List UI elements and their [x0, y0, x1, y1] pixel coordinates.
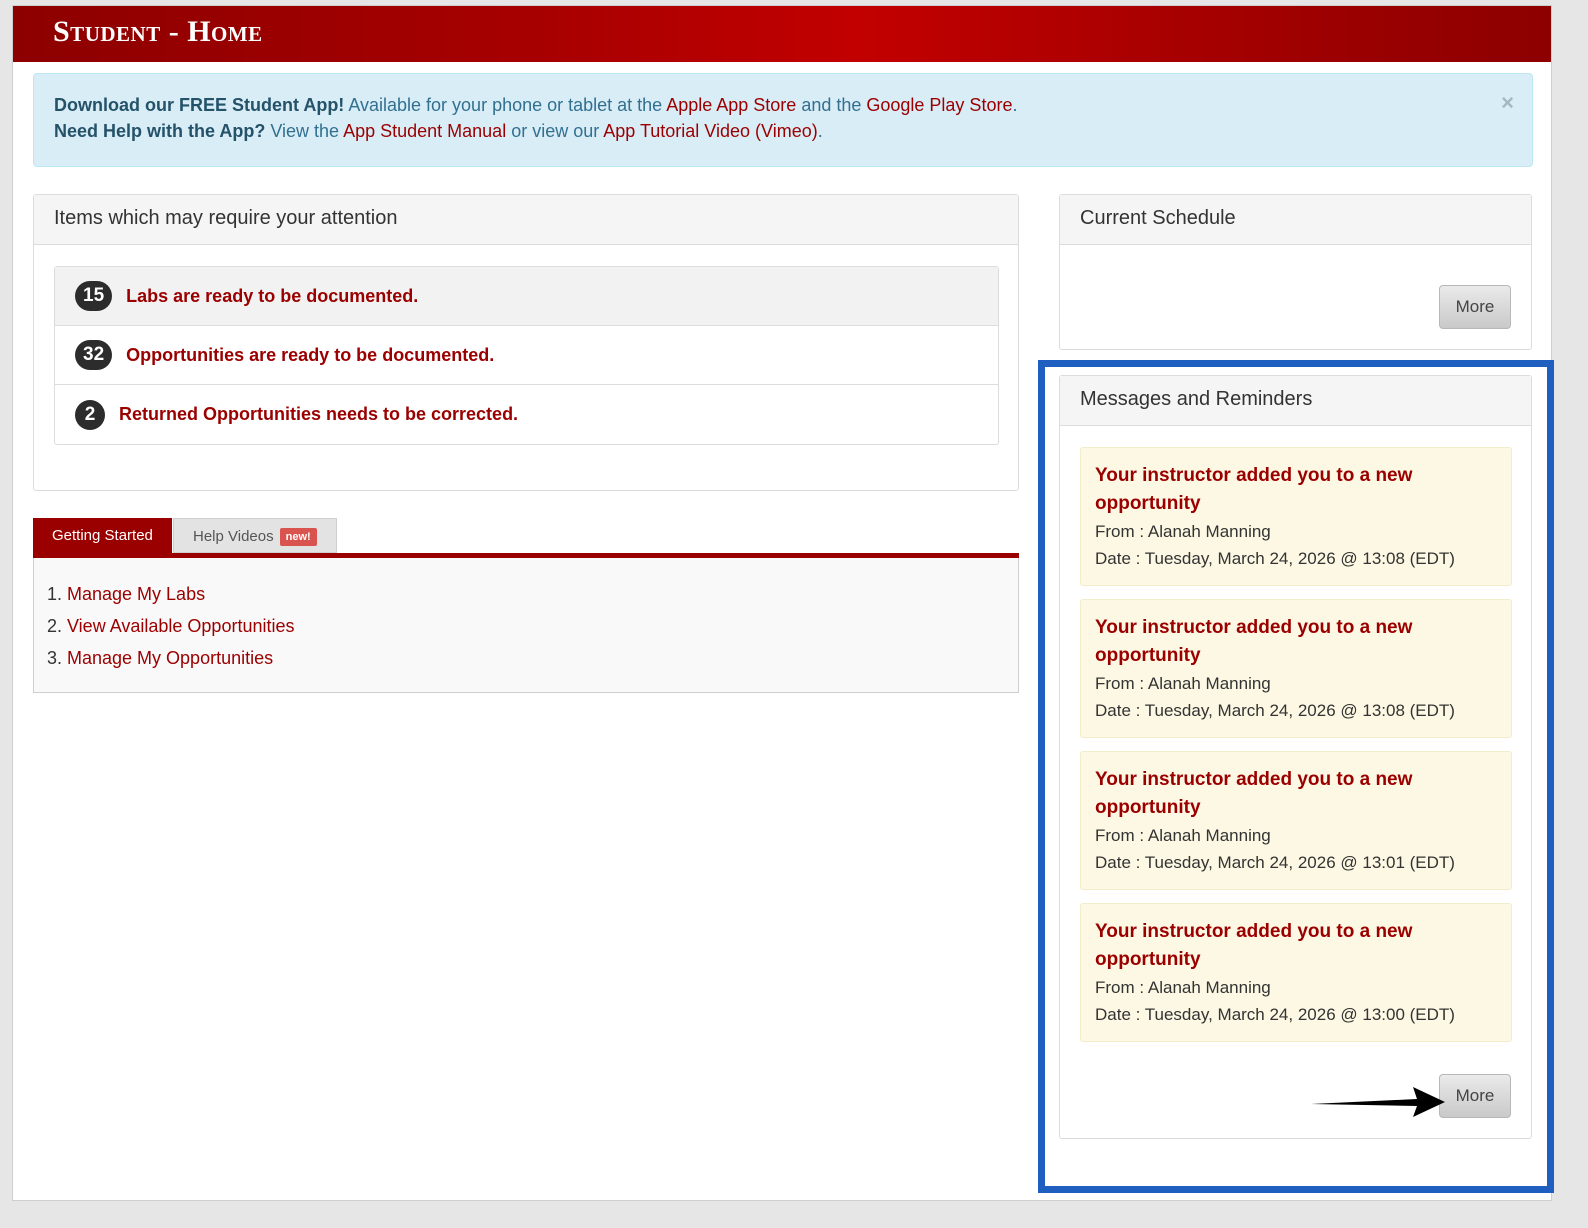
app-window: Student - Home Download our FREE Student… — [12, 5, 1554, 1201]
manage-my-opportunities-link[interactable]: Manage My Opportunities — [67, 648, 273, 668]
message-title-line: Your instructor added you to a new — [1095, 769, 1413, 790]
message-from: From : Alanah Manning — [1095, 978, 1271, 997]
attention-item-returned[interactable]: 2 Returned Opportunities needs to be cor… — [55, 385, 998, 444]
message-card[interactable]: Your instructor added you to a new opport… — [1080, 751, 1512, 890]
count-badge: 32 — [75, 340, 113, 370]
message-from: From : Alanah Manning — [1095, 522, 1271, 541]
tab-getting-started[interactable]: Getting Started — [33, 518, 172, 553]
message-date: Date : Tuesday, March 24, 2026 @ 13:08 (… — [1095, 549, 1455, 568]
message-title[interactable]: Your instructor added you to a new opport… — [1095, 462, 1497, 518]
view-available-opportunities-link[interactable]: View Available Opportunities — [67, 616, 294, 636]
message-card[interactable]: Your instructor added you to a new opport… — [1080, 599, 1512, 738]
count-badge: 2 — [75, 399, 105, 430]
list-item: Manage My Labs — [67, 578, 1018, 610]
message-card[interactable]: Your instructor added you to a new opport… — [1080, 447, 1512, 586]
app-download-alert: Download our FREE Student App! Available… — [33, 73, 1533, 167]
message-title-line: Your instructor added you to a new — [1095, 465, 1413, 486]
schedule-more-button[interactable]: More — [1439, 285, 1511, 329]
getting-started-content: Manage My Labs View Available Opportunit… — [33, 558, 1019, 693]
message-title-line: opportunity — [1095, 493, 1201, 514]
alert-text: Available for your phone or tablet at th… — [344, 95, 667, 115]
message-date: Date : Tuesday, March 24, 2026 @ 13:01 (… — [1095, 853, 1455, 872]
apple-app-store-link[interactable]: Apple App Store — [666, 95, 796, 115]
list-item: Manage My Opportunities — [67, 642, 1018, 674]
app-student-manual-link[interactable]: App Student Manual — [343, 121, 506, 141]
app-tutorial-video-link[interactable]: App Tutorial Video (Vimeo) — [603, 121, 817, 141]
schedule-heading: Current Schedule — [1060, 195, 1531, 245]
alert-text: View the — [265, 121, 344, 141]
message-title-line: Your instructor added you to a new — [1095, 921, 1413, 942]
message-title[interactable]: Your instructor added you to a new opport… — [1095, 766, 1497, 822]
attention-item-opportunities[interactable]: 32 Opportunities are ready to be documen… — [55, 326, 998, 385]
message-title-line: opportunity — [1095, 645, 1201, 666]
messages-more-button[interactable]: More — [1439, 1074, 1511, 1118]
message-title-line: opportunity — [1095, 949, 1201, 970]
attention-item-text[interactable]: Returned Opportunities needs to be corre… — [119, 404, 518, 425]
tab-strip: Getting Started Help Videos new! — [33, 518, 1019, 558]
attention-list: 15 Labs are ready to be documented. 32 O… — [54, 266, 999, 445]
message-title-line: opportunity — [1095, 797, 1201, 818]
current-schedule-panel: Current Schedule More — [1059, 194, 1532, 350]
attention-panel: Items which may require your attention 1… — [33, 194, 1019, 491]
page-title: Student - Home — [13, 6, 1551, 62]
arrow-icon — [1311, 1087, 1445, 1117]
help-tabs: Getting Started Help Videos new! Manage M… — [33, 518, 1019, 693]
manage-my-labs-link[interactable]: Manage My Labs — [67, 584, 205, 604]
message-card[interactable]: Your instructor added you to a new opport… — [1080, 903, 1512, 1042]
new-badge: new! — [279, 528, 317, 547]
message-title[interactable]: Your instructor added you to a new opport… — [1095, 918, 1497, 974]
close-icon[interactable]: × — [1501, 90, 1514, 116]
attention-item-text[interactable]: Opportunities are ready to be documented… — [126, 345, 494, 366]
message-title-line: Your instructor added you to a new — [1095, 617, 1413, 638]
message-date: Date : Tuesday, March 24, 2026 @ 13:00 (… — [1095, 1005, 1455, 1024]
message-from: From : Alanah Manning — [1095, 674, 1271, 693]
messages-heading: Messages and Reminders — [1060, 376, 1531, 426]
alert-download-bold: Download our FREE Student App! — [54, 95, 345, 115]
message-date: Date : Tuesday, March 24, 2026 @ 13:08 (… — [1095, 701, 1455, 720]
alert-help-bold: Need Help with the App? — [54, 121, 266, 141]
attention-item-labs[interactable]: 15 Labs are ready to be documented. — [55, 267, 998, 326]
message-from: From : Alanah Manning — [1095, 826, 1271, 845]
list-item: View Available Opportunities — [67, 610, 1018, 642]
alert-text: and the — [796, 95, 867, 115]
alert-text: . — [817, 121, 823, 141]
alert-text: . — [1012, 95, 1018, 115]
attention-item-text[interactable]: Labs are ready to be documented. — [126, 286, 418, 307]
attention-heading: Items which may require your attention — [34, 195, 1018, 245]
google-play-store-link[interactable]: Google Play Store — [866, 95, 1012, 115]
tab-help-videos[interactable]: Help Videos new! — [173, 518, 337, 553]
alert-text: or view our — [506, 121, 604, 141]
alert-line-1: Download our FREE Student App! Available… — [54, 92, 1512, 118]
tab-help-videos-label: Help Videos — [193, 528, 274, 545]
messages-reminders-panel: Messages and Reminders Your instructor a… — [1059, 375, 1532, 1139]
count-badge: 15 — [75, 281, 113, 311]
getting-started-list: Manage My Labs View Available Opportunit… — [67, 578, 1018, 674]
alert-line-2: Need Help with the App? View the App Stu… — [54, 118, 1512, 144]
message-title[interactable]: Your instructor added you to a new opport… — [1095, 614, 1497, 670]
